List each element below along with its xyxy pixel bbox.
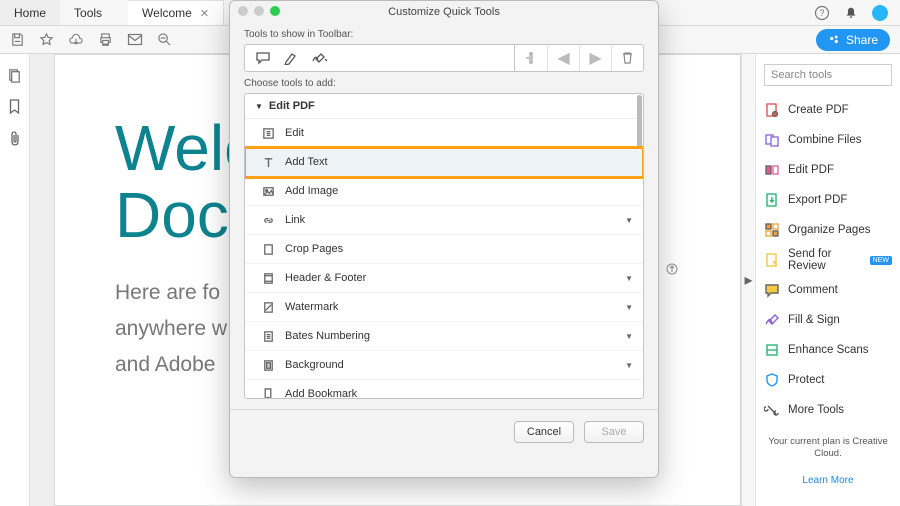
cloud-icon[interactable] [68, 32, 84, 47]
more-tools-icon [764, 402, 780, 418]
tool-fill-sign[interactable]: Fill & Sign [764, 306, 892, 334]
learn-more-link[interactable]: Learn More [764, 475, 892, 486]
print-icon[interactable] [98, 32, 113, 47]
tool-item-crop-pages[interactable]: Crop Pages [245, 235, 643, 264]
svg-text:?: ? [819, 8, 824, 18]
send-review-icon [764, 252, 780, 268]
tool-organize-pages[interactable]: Organize Pages [764, 216, 892, 244]
tool-item-add-bookmark[interactable]: Add Bookmark [245, 380, 643, 399]
create-pdf-icon [764, 102, 780, 118]
bell-icon[interactable] [844, 6, 858, 20]
add-bookmark-icon [261, 387, 275, 399]
search-tools-input[interactable]: Search tools [764, 64, 892, 86]
tab-title: Welcome [142, 6, 192, 20]
close-tab-icon[interactable]: ✕ [200, 7, 209, 20]
tool-comment[interactable]: Comment [764, 276, 892, 304]
next-button[interactable]: ▶ [579, 45, 611, 71]
tool-more-tools[interactable]: More Tools [764, 396, 892, 424]
tool-item-bates[interactable]: Bates Numbering▼ [245, 322, 643, 351]
dialog-title: Customize Quick Tools [388, 6, 500, 18]
attachment-icon[interactable] [8, 131, 22, 147]
previous-button[interactable]: ◀ [547, 45, 579, 71]
add-divider-button[interactable] [515, 45, 547, 71]
tool-item-add-image[interactable]: Add Image [245, 177, 643, 206]
user-avatar[interactable] [872, 5, 888, 21]
tool-create-pdf[interactable]: Create PDF [764, 96, 892, 124]
save-icon[interactable] [10, 32, 25, 47]
tool-picker-list: ▼ Edit PDF Edit Add Text Add Image Link▼… [244, 93, 644, 399]
tool-enhance-scans[interactable]: Enhance Scans [764, 336, 892, 364]
document-tab[interactable]: Welcome ✕ [128, 0, 224, 25]
choose-tools-label: Choose tools to add: [244, 78, 644, 89]
tool-combine-files[interactable]: Combine Files [764, 126, 892, 154]
highlight-tool-icon[interactable] [283, 51, 299, 65]
toolbar-show-label: Tools to show in Toolbar: [244, 29, 644, 40]
category-edit-pdf[interactable]: ▼ Edit PDF [245, 94, 643, 119]
cancel-button[interactable]: Cancel [514, 421, 574, 443]
header-footer-icon [261, 271, 275, 285]
tool-item-background[interactable]: Background▼ [245, 351, 643, 380]
fill-sign-icon [764, 312, 780, 328]
bates-icon [261, 329, 275, 343]
star-icon[interactable] [39, 32, 54, 47]
tool-export-pdf[interactable]: Export PDF [764, 186, 892, 214]
toolbar-preview: ◀ ▶ [244, 44, 644, 72]
chevron-down-icon: ▼ [255, 102, 263, 111]
bookmark-icon[interactable] [8, 99, 21, 115]
share-label: Share [846, 33, 878, 47]
chevron-down-icon: ▼ [625, 332, 633, 341]
link-icon [261, 213, 275, 227]
chevron-down-icon: ▼ [625, 274, 633, 283]
combine-icon [764, 132, 780, 148]
sign-tool-icon[interactable] [311, 51, 329, 65]
edit-pdf-icon [764, 162, 780, 178]
new-badge: NEW [870, 256, 892, 265]
chevron-down-icon: ▼ [625, 303, 633, 312]
search-placeholder: Search tools [771, 69, 832, 81]
menu-home[interactable]: Home [0, 0, 60, 25]
help-icon[interactable]: ? [814, 5, 830, 21]
tool-item-edit[interactable]: Edit [245, 119, 643, 148]
export-pdf-icon [764, 192, 780, 208]
watermark-icon [261, 300, 275, 314]
add-image-icon [261, 184, 275, 198]
crop-icon [261, 242, 275, 256]
edit-icon [261, 126, 275, 140]
svg-text:+: + [837, 35, 840, 41]
delete-button[interactable] [611, 45, 643, 71]
tool-edit-pdf[interactable]: Edit PDF [764, 156, 892, 184]
menu-tools[interactable]: Tools [60, 0, 116, 25]
collapse-right-panel[interactable]: ▸ [741, 54, 755, 506]
tool-protect[interactable]: Protect [764, 366, 892, 394]
add-text-icon [261, 155, 275, 169]
enhance-scans-icon [764, 342, 780, 358]
background-icon [261, 358, 275, 372]
move-up-button[interactable] [664, 261, 680, 277]
save-button[interactable]: Save [584, 421, 644, 443]
comment-icon [764, 282, 780, 298]
window-traffic-lights[interactable] [238, 6, 280, 16]
mail-icon[interactable] [127, 32, 143, 47]
customize-quick-tools-dialog: Customize Quick Tools Tools to show in T… [229, 0, 659, 478]
tool-send-for-review[interactable]: Send for ReviewNEW [764, 246, 892, 274]
chevron-down-icon: ▼ [625, 361, 633, 370]
tool-item-watermark[interactable]: Watermark▼ [245, 293, 643, 322]
pages-icon[interactable] [7, 68, 22, 83]
share-button[interactable]: + Share [816, 29, 890, 51]
zoom-out-icon[interactable] [157, 32, 172, 47]
protect-icon [764, 372, 780, 388]
tool-item-header-footer[interactable]: Header & Footer▼ [245, 264, 643, 293]
plan-note: Your current plan is Creative Cloud. [764, 436, 892, 461]
tool-item-add-text[interactable]: Add Text [245, 148, 643, 177]
comment-tool-icon[interactable] [255, 51, 271, 65]
organize-icon [764, 222, 780, 238]
tool-item-link[interactable]: Link▼ [245, 206, 643, 235]
chevron-down-icon: ▼ [625, 216, 633, 225]
share-icon: + [828, 34, 840, 46]
